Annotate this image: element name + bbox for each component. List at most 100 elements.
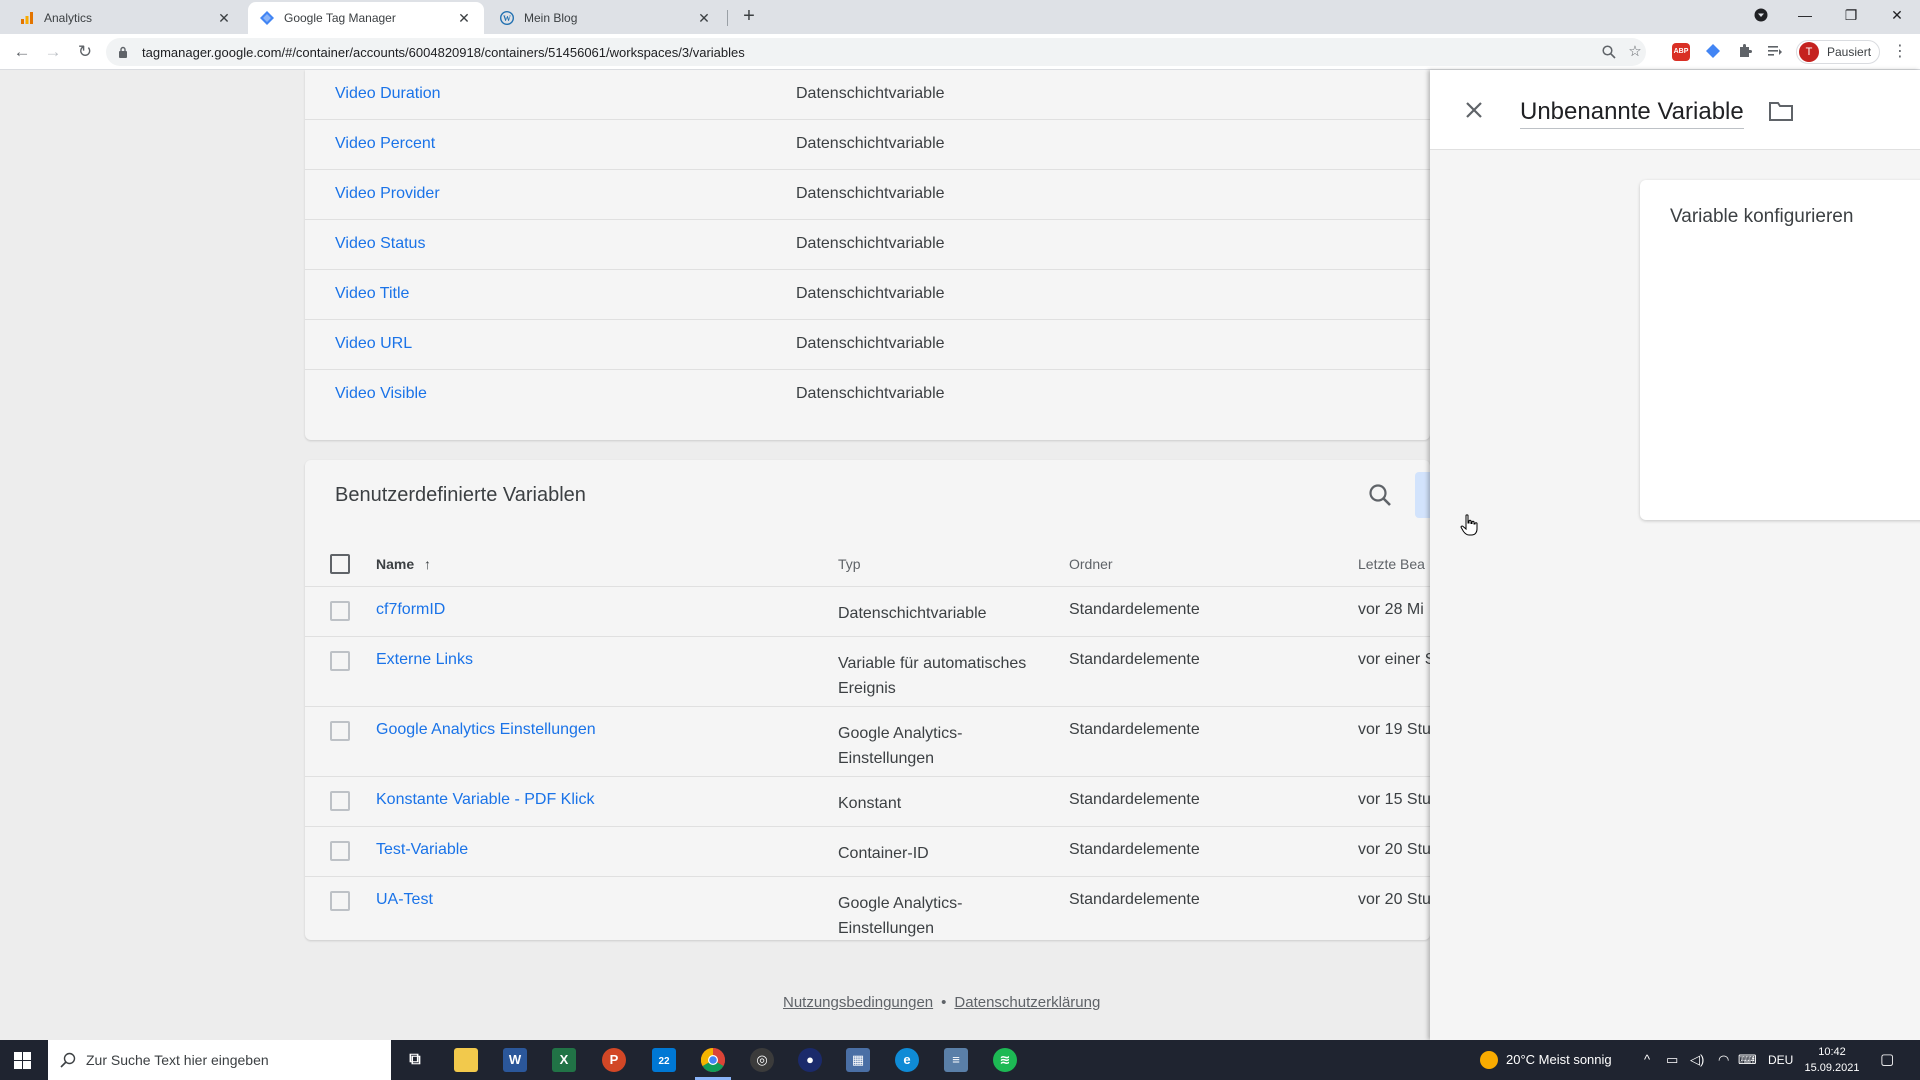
profile-button[interactable]: T Pausiert bbox=[1796, 40, 1880, 64]
more-options-icon[interactable]: ⋮ bbox=[1892, 43, 1908, 61]
tab-google-tag-manager[interactable]: Google Tag Manager ✕ bbox=[248, 2, 484, 34]
screen-recorder-icon[interactable]: ● bbox=[798, 1048, 822, 1072]
chrome-icon[interactable] bbox=[700, 1048, 725, 1073]
terms-link[interactable]: Nutzungsbedingungen bbox=[783, 994, 933, 1011]
excel-icon[interactable]: X bbox=[552, 1048, 576, 1072]
close-icon[interactable]: ✕ bbox=[216, 10, 232, 27]
omnibox[interactable]: tagmanager.google.com/#/container/accoun… bbox=[106, 38, 1646, 66]
variable-name-link[interactable]: Video URL bbox=[335, 335, 412, 353]
variable-name-link[interactable]: Video Visible bbox=[335, 385, 427, 403]
column-header-folder[interactable]: Ordner bbox=[1069, 556, 1113, 572]
column-header-type[interactable]: Typ bbox=[838, 556, 861, 572]
row-checkbox[interactable] bbox=[330, 651, 350, 671]
close-icon[interactable] bbox=[1462, 98, 1486, 122]
task-view-icon[interactable]: ⧉ bbox=[403, 1048, 427, 1072]
table-row[interactable]: Video Visible Datenschichtvariable bbox=[305, 370, 1430, 420]
row-checkbox[interactable] bbox=[330, 891, 350, 911]
table-row[interactable]: Video Provider Datenschichtvariable bbox=[305, 170, 1430, 220]
windows-start-icon[interactable] bbox=[14, 1052, 31, 1069]
variable-name-link[interactable]: Konstante Variable - PDF Klick bbox=[376, 791, 594, 809]
close-icon[interactable]: ✕ bbox=[456, 10, 472, 27]
image-editor-icon[interactable]: ▦ bbox=[846, 1048, 870, 1072]
extensions-puzzle-icon[interactable] bbox=[1736, 43, 1754, 61]
wifi-icon[interactable]: ◠ bbox=[1718, 1040, 1729, 1080]
search-icon[interactable] bbox=[1365, 480, 1395, 510]
table-row[interactable]: UA-Test Google Analytics-Einstellungen S… bbox=[305, 876, 1430, 940]
volume-icon[interactable]: ◁) bbox=[1690, 1040, 1704, 1080]
table-row[interactable]: Video URL Datenschichtvariable bbox=[305, 320, 1430, 370]
variable-name-link[interactable]: Externe Links bbox=[376, 651, 473, 669]
variable-name-link[interactable]: Video Status bbox=[335, 235, 425, 253]
privacy-link[interactable]: Datenschutzerklärung bbox=[954, 994, 1100, 1011]
tab-analytics[interactable]: Analytics ✕ bbox=[8, 2, 244, 34]
taskbar-search-box[interactable]: Zur Suche Text hier eingeben bbox=[48, 1040, 391, 1080]
sort-arrow-up-icon: ↑ bbox=[424, 556, 432, 572]
row-checkbox[interactable] bbox=[330, 841, 350, 861]
table-row[interactable]: cf7formID Datenschichtvariable Standarde… bbox=[305, 586, 1430, 636]
reload-button[interactable]: ↻ bbox=[73, 40, 97, 64]
table-row[interactable]: Video Status Datenschichtvariable bbox=[305, 220, 1430, 270]
browser-tab-bar: Analytics ✕ Google Tag Manager ✕ W Mein … bbox=[0, 0, 1920, 34]
variable-name-link[interactable]: Video Provider bbox=[335, 185, 440, 203]
variable-name-link[interactable]: Video Duration bbox=[335, 85, 441, 103]
variable-name-link[interactable]: UA-Test bbox=[376, 891, 433, 909]
system-clock[interactable]: 10:42 15.09.2021 bbox=[1802, 1044, 1862, 1076]
column-header-last-edited[interactable]: Letzte Bea bbox=[1358, 556, 1430, 572]
weather-widget[interactable]: 20°C Meist sonnig bbox=[1480, 1040, 1612, 1080]
new-tab-button[interactable]: + bbox=[738, 5, 760, 27]
word-icon[interactable]: W bbox=[503, 1048, 527, 1072]
variable-name-link[interactable]: Google Analytics Einstellungen bbox=[376, 721, 596, 739]
folder-icon[interactable] bbox=[1768, 100, 1794, 122]
forward-button[interactable]: → bbox=[41, 40, 65, 64]
variable-name-link[interactable]: Video Percent bbox=[335, 135, 435, 153]
table-row[interactable]: Video Duration Datenschichtvariable bbox=[305, 70, 1430, 120]
variable-type: Container-ID bbox=[838, 845, 929, 862]
notification-icon[interactable]: ▢ bbox=[1880, 1040, 1894, 1080]
tab-mein-blog[interactable]: W Mein Blog ✕ bbox=[488, 2, 724, 34]
row-checkbox[interactable] bbox=[330, 791, 350, 811]
column-header-name[interactable]: Name ↑ bbox=[376, 556, 431, 572]
tray-chevron-icon[interactable]: ^ bbox=[1644, 1040, 1650, 1080]
variable-configuration-card[interactable]: Variable konfigurieren bbox=[1640, 180, 1920, 520]
variable-name-input[interactable]: Unbenannte Variable bbox=[1520, 98, 1744, 129]
variable-name-link[interactable]: Video Title bbox=[335, 285, 409, 303]
table-row[interactable]: Video Percent Datenschichtvariable bbox=[305, 120, 1430, 170]
table-row[interactable]: Test-Variable Container-ID Standardeleme… bbox=[305, 826, 1430, 876]
language-indicator[interactable]: DEU bbox=[1768, 1040, 1793, 1080]
adblock-plus-icon[interactable]: ABP bbox=[1672, 43, 1690, 61]
close-icon[interactable]: ✕ bbox=[696, 10, 712, 27]
variable-last-edited: vor 19 Stu bbox=[1358, 721, 1430, 738]
table-row[interactable]: Google Analytics Einstellungen Google An… bbox=[305, 706, 1430, 776]
tray-network-icon[interactable]: ▭ bbox=[1666, 1040, 1678, 1080]
keyboard-icon[interactable]: ⌨ bbox=[1738, 1040, 1757, 1080]
row-checkbox[interactable] bbox=[330, 721, 350, 741]
variable-folder: Standardelemente bbox=[1069, 601, 1200, 618]
notepad-icon[interactable]: ≡ bbox=[944, 1048, 968, 1072]
url-text[interactable]: tagmanager.google.com/#/container/accoun… bbox=[142, 45, 745, 60]
variable-name-link[interactable]: cf7formID bbox=[376, 601, 445, 619]
tag-manager-icon bbox=[260, 11, 274, 25]
powerpoint-icon[interactable]: P bbox=[602, 1048, 626, 1072]
tag-assistant-icon[interactable] bbox=[1704, 43, 1722, 61]
table-row[interactable]: Externe Links Variable für automatisches… bbox=[305, 636, 1430, 706]
bookmark-star-icon[interactable]: ☆ bbox=[1626, 43, 1644, 61]
obs-icon[interactable]: ◎ bbox=[750, 1048, 774, 1072]
row-checkbox[interactable] bbox=[330, 601, 350, 621]
tab-search-icon[interactable] bbox=[1738, 0, 1784, 30]
variable-name-link[interactable]: Test-Variable bbox=[376, 841, 468, 859]
new-variable-button[interactable] bbox=[1415, 472, 1430, 518]
window-close-button[interactable]: ✕ bbox=[1874, 0, 1920, 30]
spotify-icon[interactable]: ≋ bbox=[993, 1048, 1017, 1072]
file-explorer-icon[interactable] bbox=[454, 1048, 478, 1072]
back-button[interactable]: ← bbox=[10, 40, 34, 64]
reading-list-icon[interactable] bbox=[1766, 43, 1784, 61]
table-row[interactable]: Konstante Variable - PDF Klick Konstant … bbox=[305, 776, 1430, 826]
select-all-checkbox[interactable] bbox=[330, 554, 350, 574]
table-row[interactable]: Video Title Datenschichtvariable bbox=[305, 270, 1430, 320]
restore-button[interactable]: ❐ bbox=[1828, 0, 1874, 30]
zoom-icon[interactable] bbox=[1600, 43, 1618, 61]
minimize-button[interactable]: — bbox=[1782, 0, 1828, 30]
mail-icon[interactable]: 22 bbox=[652, 1048, 676, 1072]
analytics-icon bbox=[21, 12, 33, 24]
edge-icon[interactable]: e bbox=[895, 1048, 919, 1072]
